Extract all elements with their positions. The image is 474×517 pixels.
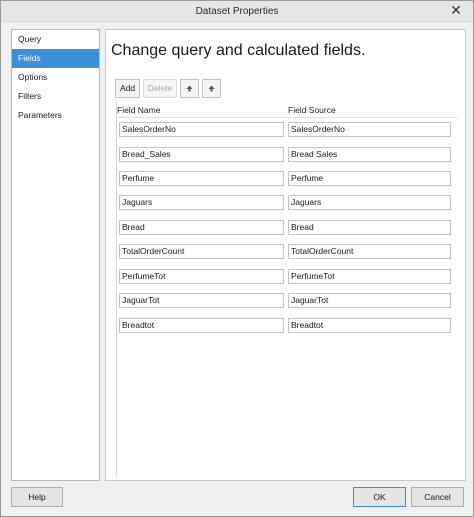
move-up-button[interactable] (180, 79, 199, 98)
field-source-input[interactable]: Bread (288, 220, 451, 235)
column-header-field-source: Field Source (288, 105, 336, 115)
table-row: Bread_Sales Bread Sales (117, 147, 458, 162)
field-source-input[interactable]: TotalOrderCount (288, 244, 451, 259)
field-source-input[interactable]: Bread Sales (288, 147, 451, 162)
help-button[interactable]: Help (11, 487, 63, 507)
table-row: Jaguars Jaguars (117, 195, 458, 210)
nav-item-filters[interactable]: Filters (12, 87, 99, 106)
field-name-input[interactable]: TotalOrderCount (119, 244, 284, 259)
field-name-input[interactable]: PerfumeTot (119, 269, 284, 284)
table-row: TotalOrderCount TotalOrderCount (117, 244, 458, 259)
field-name-input[interactable]: JaguarTot (119, 293, 284, 308)
field-source-input[interactable]: PerfumeTot (288, 269, 451, 284)
nav-item-label: Fields (18, 53, 41, 63)
field-source-input[interactable]: SalesOrderNo (288, 122, 451, 137)
nav-item-label: Filters (18, 91, 42, 101)
title-bar: Dataset Properties ✕ (1, 1, 473, 22)
column-header-field-name: Field Name (117, 105, 161, 115)
nav-item-parameters[interactable]: Parameters (12, 106, 99, 125)
add-button[interactable]: Add (115, 79, 140, 98)
close-icon[interactable]: ✕ (445, 2, 467, 20)
table-row: SalesOrderNo SalesOrderNo (117, 122, 458, 137)
window-title: Dataset Properties (195, 6, 279, 17)
table-row: Bread Bread (117, 220, 458, 235)
table-row: Breadtot Breadtot (117, 318, 458, 333)
nav-item-fields[interactable]: Fields (12, 49, 99, 68)
field-name-input[interactable]: Perfume (119, 171, 284, 186)
arrow-down-icon (208, 85, 215, 92)
nav-list: Query Fields Options Filters Parameters (11, 29, 100, 481)
field-name-input[interactable]: Bread_Sales (119, 147, 284, 162)
cancel-button[interactable]: Cancel (411, 487, 464, 507)
dataset-properties-dialog: Dataset Properties ✕ Query Fields Option… (0, 0, 474, 517)
delete-button[interactable]: Delete (143, 79, 177, 98)
move-down-button[interactable] (202, 79, 221, 98)
field-name-input[interactable]: Bread (119, 220, 284, 235)
nav-item-options[interactable]: Options (12, 68, 99, 87)
fields-panel: Change query and calculated fields. Add … (105, 29, 466, 481)
nav-item-query[interactable]: Query (12, 30, 99, 49)
page-title: Change query and calculated fields. (111, 42, 366, 59)
table-row: Perfume Perfume (117, 171, 458, 186)
field-name-input[interactable]: Jaguars (119, 195, 284, 210)
field-source-input[interactable]: Breadtot (288, 318, 451, 333)
nav-item-label: Options (18, 72, 48, 82)
fields-grid: Field Name Field Source SalesOrderNo Sal… (116, 102, 458, 476)
field-name-input[interactable]: SalesOrderNo (119, 122, 284, 137)
grid-header: Field Name Field Source (117, 102, 458, 118)
field-source-input[interactable]: Jaguars (288, 195, 451, 210)
field-source-input[interactable]: Perfume (288, 171, 451, 186)
nav-item-label: Query (18, 34, 42, 44)
field-source-input[interactable]: JaguarTot (288, 293, 451, 308)
arrow-up-icon (186, 85, 193, 92)
nav-item-label: Parameters (18, 110, 62, 120)
ok-button[interactable]: OK (353, 487, 406, 507)
table-row: JaguarTot JaguarTot (117, 293, 458, 308)
field-name-input[interactable]: Breadtot (119, 318, 284, 333)
table-row: PerfumeTot PerfumeTot (117, 269, 458, 284)
